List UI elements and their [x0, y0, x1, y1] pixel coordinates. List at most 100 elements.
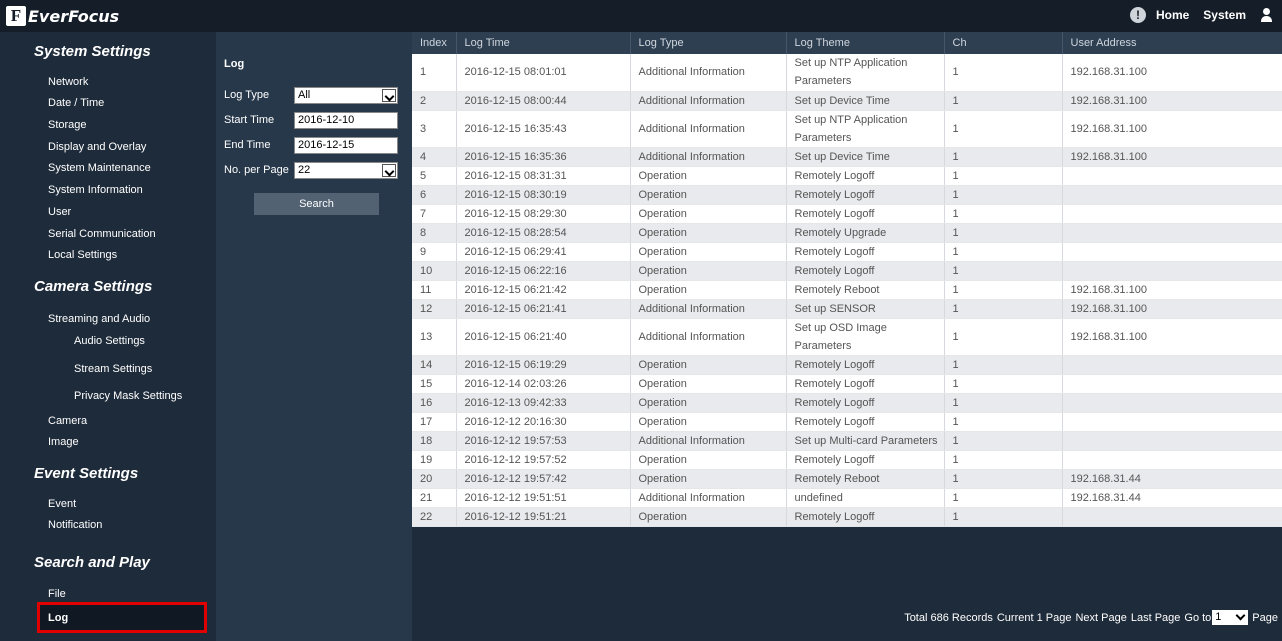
cell-ch: 1 [944, 507, 1063, 527]
table-row[interactable]: 17 2016-12-12 20:16:30 Operation Remotely L… [412, 412, 1282, 432]
cell-log-time: 2016-12-13 09:42:33 [456, 393, 631, 413]
cell-log-time: 2016-12-12 19:57:52 [456, 450, 631, 470]
per-page-value: 22 [298, 164, 311, 176]
per-page-select[interactable]: 22 [294, 162, 398, 179]
cell-log-type: Additional Information [630, 299, 787, 319]
sidebar-item-display-overlay[interactable]: Display and Overlay [48, 141, 146, 153]
last-page-link[interactable]: Last Page [1131, 612, 1181, 624]
sidebar-item-network[interactable]: Network [48, 76, 88, 88]
cell-log-theme: Remotely Logoff [786, 185, 945, 205]
cell-log-theme: Remotely Logoff [786, 412, 945, 432]
sidebar-item-streaming-audio[interactable]: Streaming and Audio [48, 313, 150, 325]
goto-page-select[interactable]: 1 [1212, 610, 1249, 625]
table-row[interactable]: 5 2016-12-15 08:31:31 Operation Remotely Lo… [412, 166, 1282, 186]
cell-log-time: 2016-12-15 06:29:41 [456, 242, 631, 262]
sidebar-item-serial-communication[interactable]: Serial Communication [48, 228, 156, 240]
sidebar-item-date-time[interactable]: Date / Time [48, 97, 104, 109]
sidebar-item-image[interactable]: Image [48, 436, 79, 448]
top-bar: F EverFocus ! Home System [0, 0, 1282, 32]
cell-user-address [1062, 166, 1282, 186]
table-row[interactable]: 19 2016-12-12 19:57:52 Operation Remotely L… [412, 450, 1282, 470]
cell-log-time: 2016-12-12 19:57:42 [456, 469, 631, 489]
table-row[interactable]: 7 2016-12-15 08:29:30 Operation Remotely Lo… [412, 204, 1282, 224]
cell-log-time: 2016-12-15 08:29:30 [456, 204, 631, 224]
table-row[interactable]: 11 2016-12-15 06:21:42 Operation Remotely R… [412, 280, 1282, 300]
sidebar-item-local-settings[interactable]: Local Settings [48, 249, 117, 261]
sidebar-item-storage[interactable]: Storage [48, 119, 87, 131]
sidebar-item-camera[interactable]: Camera [48, 415, 87, 427]
cell-log-time: 2016-12-15 08:01:01 [456, 54, 631, 92]
table-row[interactable]: 12 2016-12-15 06:21:41 Additional Informat… [412, 299, 1282, 319]
log-type-select[interactable]: All [294, 87, 398, 104]
table-row[interactable]: 10 2016-12-15 06:22:16 Operation Remotely L… [412, 261, 1282, 281]
current-page: Current 1 Page [996, 611, 1072, 624]
sidebar-item-privacy-mask[interactable]: Privacy Mask Settings [74, 390, 182, 402]
cell-log-time: 2016-12-12 19:51:51 [456, 488, 631, 508]
cell-log-theme: Remotely Logoff [786, 355, 945, 375]
next-page-link[interactable]: Next Page [1075, 612, 1126, 624]
cell-user-address [1062, 412, 1282, 432]
cell-index: 1 [412, 54, 457, 92]
cell-ch: 1 [944, 374, 1063, 394]
log-type-label: Log Type [224, 89, 270, 101]
col-header-index: Index [412, 32, 457, 54]
table-row[interactable]: 2 2016-12-15 08:00:44 Additional Informati… [412, 91, 1282, 111]
log-type-value: All [298, 89, 311, 101]
cell-index: 8 [412, 223, 457, 243]
sidebar-item-notification[interactable]: Notification [48, 519, 102, 531]
table-row[interactable]: 1 2016-12-15 08:01:01 Additional Informati… [412, 54, 1282, 92]
cell-ch: 1 [944, 223, 1063, 243]
table-row[interactable]: 18 2016-12-12 19:57:53 Additional Informat… [412, 431, 1282, 451]
table-row[interactable]: 9 2016-12-15 06:29:41 Operation Remotely Lo… [412, 242, 1282, 262]
cell-log-time: 2016-12-15 08:00:44 [456, 91, 631, 111]
user-icon[interactable] [1260, 8, 1272, 22]
cell-index: 7 [412, 204, 457, 224]
table-row[interactable]: 8 2016-12-15 08:28:54 Operation Remotely Up… [412, 223, 1282, 243]
sidebar-item-audio-settings[interactable]: Audio Settings [74, 335, 145, 347]
cell-user-address [1062, 223, 1282, 243]
col-header-user-address: User Address [1062, 32, 1282, 54]
cell-log-theme: Remotely Logoff [786, 204, 945, 224]
cell-user-address [1062, 450, 1282, 470]
col-header-log-type: Log Type [630, 32, 787, 54]
cell-index: 17 [412, 412, 457, 432]
sidebar-item-log[interactable]: Log [37, 602, 207, 633]
sidebar-item-stream-settings[interactable]: Stream Settings [74, 363, 152, 375]
home-link[interactable]: Home [1156, 8, 1189, 22]
cell-log-time: 2016-12-15 08:31:31 [456, 166, 631, 186]
sidebar-item-file[interactable]: File [48, 588, 66, 600]
cell-log-type: Operation [630, 412, 787, 432]
cell-ch: 1 [944, 355, 1063, 375]
cell-log-type: Operation [630, 507, 787, 527]
cell-user-address [1062, 355, 1282, 375]
panel-title: Log [224, 58, 245, 70]
table-row[interactable]: 4 2016-12-15 16:35:36 Additional Informati… [412, 147, 1282, 167]
table-row[interactable]: 13 2016-12-15 06:21:40 Additional Informat… [412, 318, 1282, 356]
total-records: Total 686 Records [904, 611, 993, 624]
table-row[interactable]: 15 2016-12-14 02:03:26 Operation Remotely L… [412, 374, 1282, 394]
start-time-input[interactable]: 2016-12-10 [294, 112, 398, 129]
sidebar-item-system-information[interactable]: System Information [48, 184, 143, 196]
info-icon[interactable]: ! [1129, 7, 1146, 23]
cell-log-time: 2016-12-15 16:35:43 [456, 110, 631, 148]
sidebar-item-user[interactable]: User [48, 206, 71, 218]
log-table: Index Log Time Log Type Log Theme Ch Use… [412, 32, 1282, 527]
table-row[interactable]: 3 2016-12-15 16:35:43 Additional Informati… [412, 110, 1282, 148]
sidebar-item-event[interactable]: Event [48, 498, 76, 510]
sidebar-item-system-maintenance[interactable]: System Maintenance [48, 162, 151, 174]
table-row[interactable]: 22 2016-12-12 19:51:21 Operation Remotely L… [412, 507, 1282, 527]
table-row[interactable]: 14 2016-12-15 06:19:29 Operation Remotely L… [412, 355, 1282, 375]
search-button[interactable]: Search [254, 193, 379, 215]
section-camera-settings: Camera Settings [34, 278, 153, 295]
per-page-label: No. per Page [224, 164, 289, 176]
cell-log-theme: Set up SENSOR [786, 299, 945, 319]
table-row[interactable]: 6 2016-12-15 08:30:19 Operation Remotely Lo… [412, 185, 1282, 205]
table-row[interactable]: 21 2016-12-12 19:51:51 Additional Informat… [412, 488, 1282, 508]
col-header-log-time: Log Time [456, 32, 631, 54]
end-time-input[interactable]: 2016-12-15 [294, 137, 398, 154]
table-row[interactable]: 16 2016-12-13 09:42:33 Operation Remotely L… [412, 393, 1282, 413]
system-link[interactable]: System [1203, 8, 1246, 22]
cell-log-theme: Remotely Logoff [786, 166, 945, 186]
table-row[interactable]: 20 2016-12-12 19:57:42 Operation Remotely R… [412, 469, 1282, 489]
start-time-value: 2016-12-10 [298, 114, 355, 126]
